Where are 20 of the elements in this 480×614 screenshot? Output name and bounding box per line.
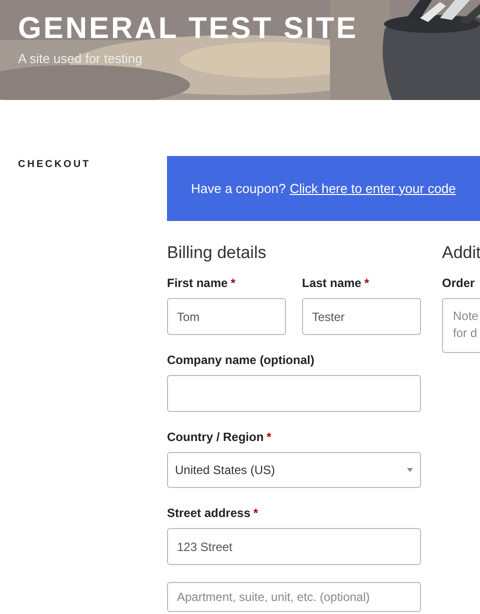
country-dropdown[interactable]: United States (US) [167,452,421,488]
field-label: Street address * [167,505,258,521]
coupon-link[interactable]: Click here to enter your code [290,178,456,198]
field-label: Country / Region * [167,429,272,445]
input-field[interactable]: 123 Street [167,528,421,565]
section-heading: Billing details [167,242,266,264]
site-title[interactable]: GENERAL TEST SITE [18,10,358,48]
field-label: Order [442,275,475,291]
order-notes-field[interactable]: Note for d [442,298,480,353]
input-field[interactable] [167,375,421,412]
site-tagline: A site used for testing [18,50,142,68]
page-title: CHECKOUT [18,158,91,172]
input-field[interactable]: Tom [167,298,286,335]
field-label: First name * [167,275,236,291]
caret-icon [407,468,413,472]
field-label: Company name (optional) [167,352,314,368]
coupon-text: Have a coupon? [191,180,286,198]
input-field[interactable]: Tester [302,298,421,335]
input-field[interactable]: Apartment, suite, unit, etc. (optional) [167,582,421,612]
field-label: Last name * [302,275,370,291]
